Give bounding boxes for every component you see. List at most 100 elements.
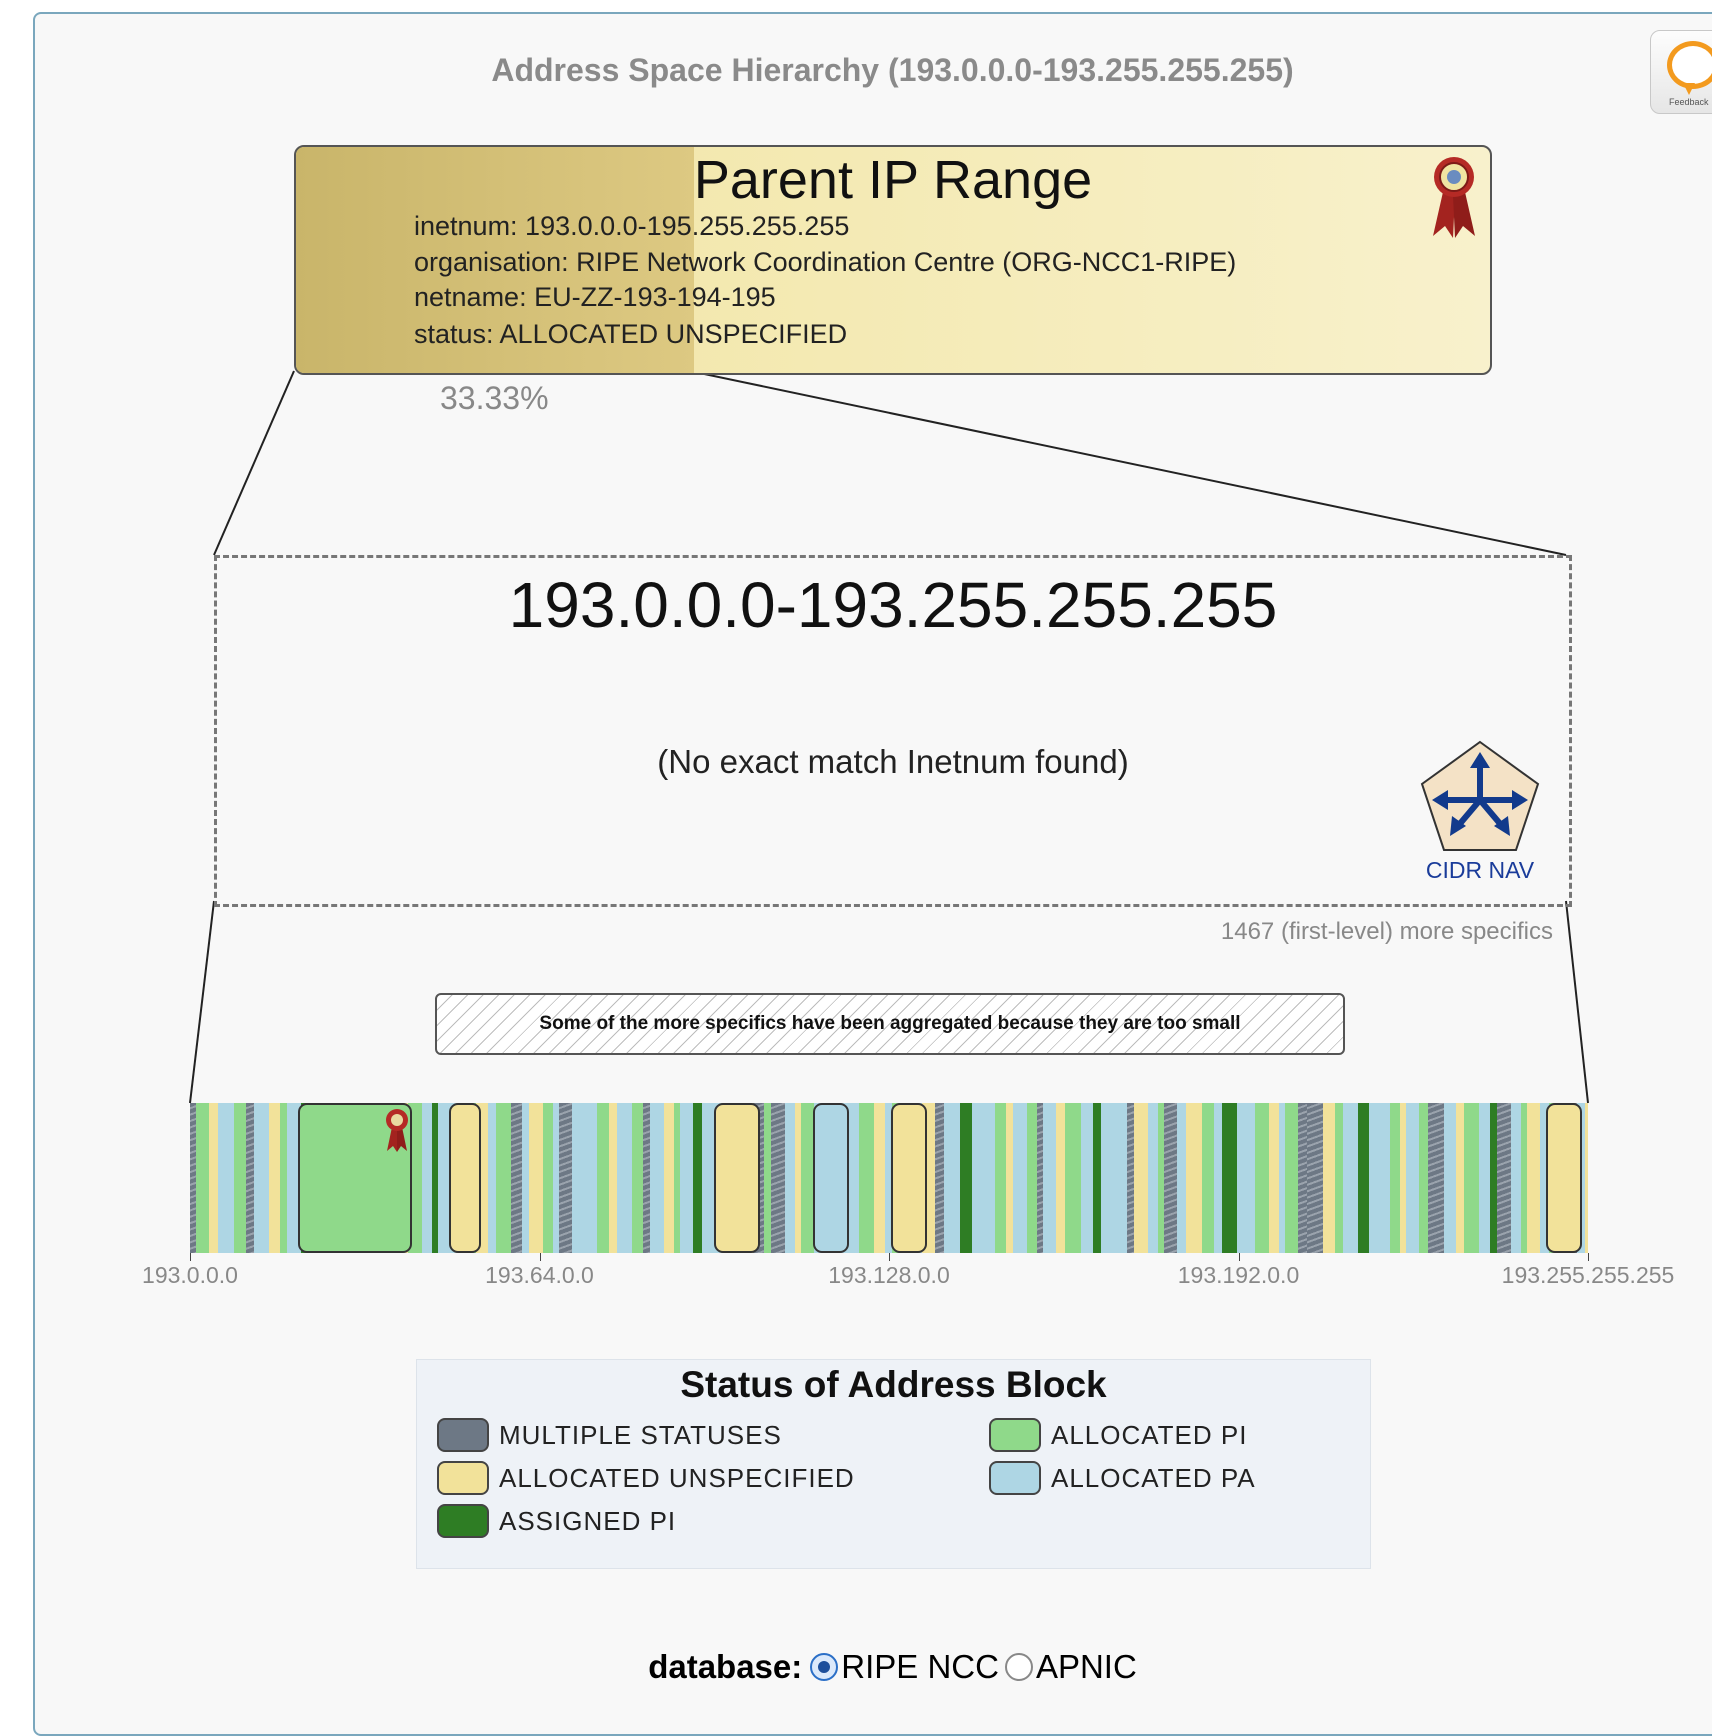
parent-inetnum: inetnum: 193.0.0.0-195.255.255.255	[414, 211, 850, 241]
address-segment	[1065, 1103, 1081, 1253]
address-segment	[1428, 1103, 1444, 1253]
address-block-card[interactable]	[813, 1103, 849, 1253]
database-selector: database: RIPE NCC APNIC	[0, 1648, 1712, 1686]
database-label: database:	[648, 1648, 803, 1685]
address-segment	[234, 1103, 246, 1253]
axis-tick	[1238, 1253, 1240, 1261]
axis-tick	[889, 1253, 890, 1261]
connector-line-left-top	[213, 370, 295, 556]
cidr-nav-compass-icon	[1420, 740, 1540, 851]
address-segment	[944, 1103, 960, 1253]
address-block-card[interactable]	[714, 1103, 760, 1253]
address-segment	[935, 1103, 944, 1253]
current-range-box: 193.0.0.0-193.255.255.255 (No exact matc…	[214, 555, 1572, 907]
axis-tick-label: 193.64.0.0	[485, 1262, 594, 1288]
address-segment	[680, 1103, 693, 1253]
aggregation-notice: Some of the more specifics have been agg…	[435, 993, 1345, 1055]
legend-item-assigned-pi: ASSIGNED PI	[437, 1504, 676, 1538]
legend-swatch	[437, 1418, 489, 1452]
address-block-strip[interactable]	[190, 1103, 1588, 1253]
address-segment	[1237, 1103, 1248, 1253]
address-segment	[1456, 1103, 1464, 1253]
legend-item-multiple-statuses: MULTIPLE STATUSES	[437, 1418, 782, 1452]
axis-tick	[190, 1253, 191, 1261]
address-segment	[771, 1103, 785, 1253]
address-segment	[995, 1103, 1006, 1253]
address-segment	[269, 1103, 280, 1253]
current-range-title: 193.0.0.0-193.255.255.255	[508, 569, 1278, 641]
address-segment	[218, 1103, 234, 1253]
axis-tick-label: 193.192.0.0	[1177, 1262, 1300, 1288]
address-segment	[572, 1103, 581, 1253]
address-segment	[1406, 1103, 1419, 1253]
parent-organisation: organisation: RIPE Network Coordination …	[414, 247, 1237, 277]
address-segment	[1177, 1103, 1186, 1253]
address-segment	[496, 1103, 511, 1253]
address-segment	[1081, 1103, 1093, 1253]
no-match-message: (No exact match Inetnum found)	[657, 743, 1129, 780]
address-segment	[1013, 1103, 1027, 1253]
axis-tick-label: 193.128.0.0	[828, 1262, 950, 1288]
connector-line-left-bottom	[189, 900, 215, 1104]
address-segment	[1164, 1103, 1177, 1253]
address-segment	[1497, 1103, 1511, 1253]
axis-tick-label: 193.255.255.255	[1501, 1262, 1675, 1288]
address-segment	[1134, 1103, 1148, 1253]
award-ribbon-icon	[1433, 157, 1475, 238]
status-legend: Status of Address Block MULTIPLE STATUSE…	[416, 1359, 1371, 1569]
address-segment	[1056, 1103, 1065, 1253]
address-block-card[interactable]	[891, 1103, 927, 1253]
cidr-nav-label: CIDR NAV	[1425, 857, 1535, 883]
address-segment	[764, 1103, 771, 1253]
address-segment	[1419, 1103, 1428, 1253]
address-segment	[1027, 1103, 1037, 1253]
address-segment	[1358, 1103, 1369, 1253]
address-segment	[851, 1103, 859, 1253]
apnic-radio[interactable]	[1004, 1653, 1033, 1681]
axis-tick-label: 193.0.0.0	[142, 1262, 238, 1288]
address-segment	[874, 1103, 885, 1253]
address-segment	[1335, 1103, 1343, 1253]
connector-line-right-top	[689, 370, 1567, 556]
ripe-ncc-radio[interactable]	[810, 1653, 839, 1681]
parent-share-percentage: 33.33%	[440, 380, 549, 416]
address-segment	[650, 1103, 664, 1253]
parent-range-heading: Parent IP Range	[693, 150, 1093, 210]
address-segment	[1006, 1103, 1013, 1253]
legend-title: Status of Address Block	[680, 1364, 1107, 1405]
address-block-card[interactable]	[1546, 1103, 1582, 1253]
address-segment	[972, 1103, 980, 1253]
address-segment	[522, 1103, 529, 1253]
more-specifics-count: 1467 (first-level) more specifics	[1220, 918, 1553, 945]
address-segment	[1101, 1103, 1116, 1253]
parent-ip-range-box[interactable]: Parent IP Range inetnum: 193.0.0.0-195.2…	[294, 145, 1492, 375]
address-segment	[1298, 1103, 1307, 1253]
address-segment	[1093, 1103, 1101, 1253]
address-segment	[1444, 1103, 1456, 1253]
address-segment	[543, 1103, 553, 1253]
ripe-ncc-option-label[interactable]: RIPE NCC	[841, 1648, 999, 1686]
legend-item-allocated-unspecified: ALLOCATED UNSPECIFIED	[437, 1461, 855, 1495]
address-segment	[1343, 1103, 1358, 1253]
address-segment	[1490, 1103, 1497, 1253]
axis-tick	[539, 1253, 541, 1261]
address-segment	[196, 1103, 209, 1253]
address-segment	[1511, 1103, 1521, 1253]
address-segment	[246, 1103, 254, 1253]
address-block-card[interactable]	[449, 1103, 481, 1253]
address-segment	[1390, 1103, 1400, 1253]
address-segment	[1222, 1103, 1237, 1253]
parent-status: status: ALLOCATED UNSPECIFIED	[414, 319, 848, 349]
address-segment	[254, 1103, 269, 1253]
address-segment	[1214, 1103, 1222, 1253]
legend-swatch	[989, 1461, 1041, 1495]
apnic-option-label[interactable]: APNIC	[1036, 1648, 1137, 1686]
address-segment	[1127, 1103, 1134, 1253]
address-segment	[1479, 1103, 1490, 1253]
address-segment	[280, 1103, 287, 1253]
cidr-nav-button[interactable]: CIDR NAV	[1415, 738, 1545, 884]
address-segment	[1116, 1103, 1127, 1253]
address-segment	[960, 1103, 972, 1253]
legend-item-allocated-pa: ALLOCATED PA	[989, 1461, 1256, 1495]
address-segment	[1323, 1103, 1335, 1253]
